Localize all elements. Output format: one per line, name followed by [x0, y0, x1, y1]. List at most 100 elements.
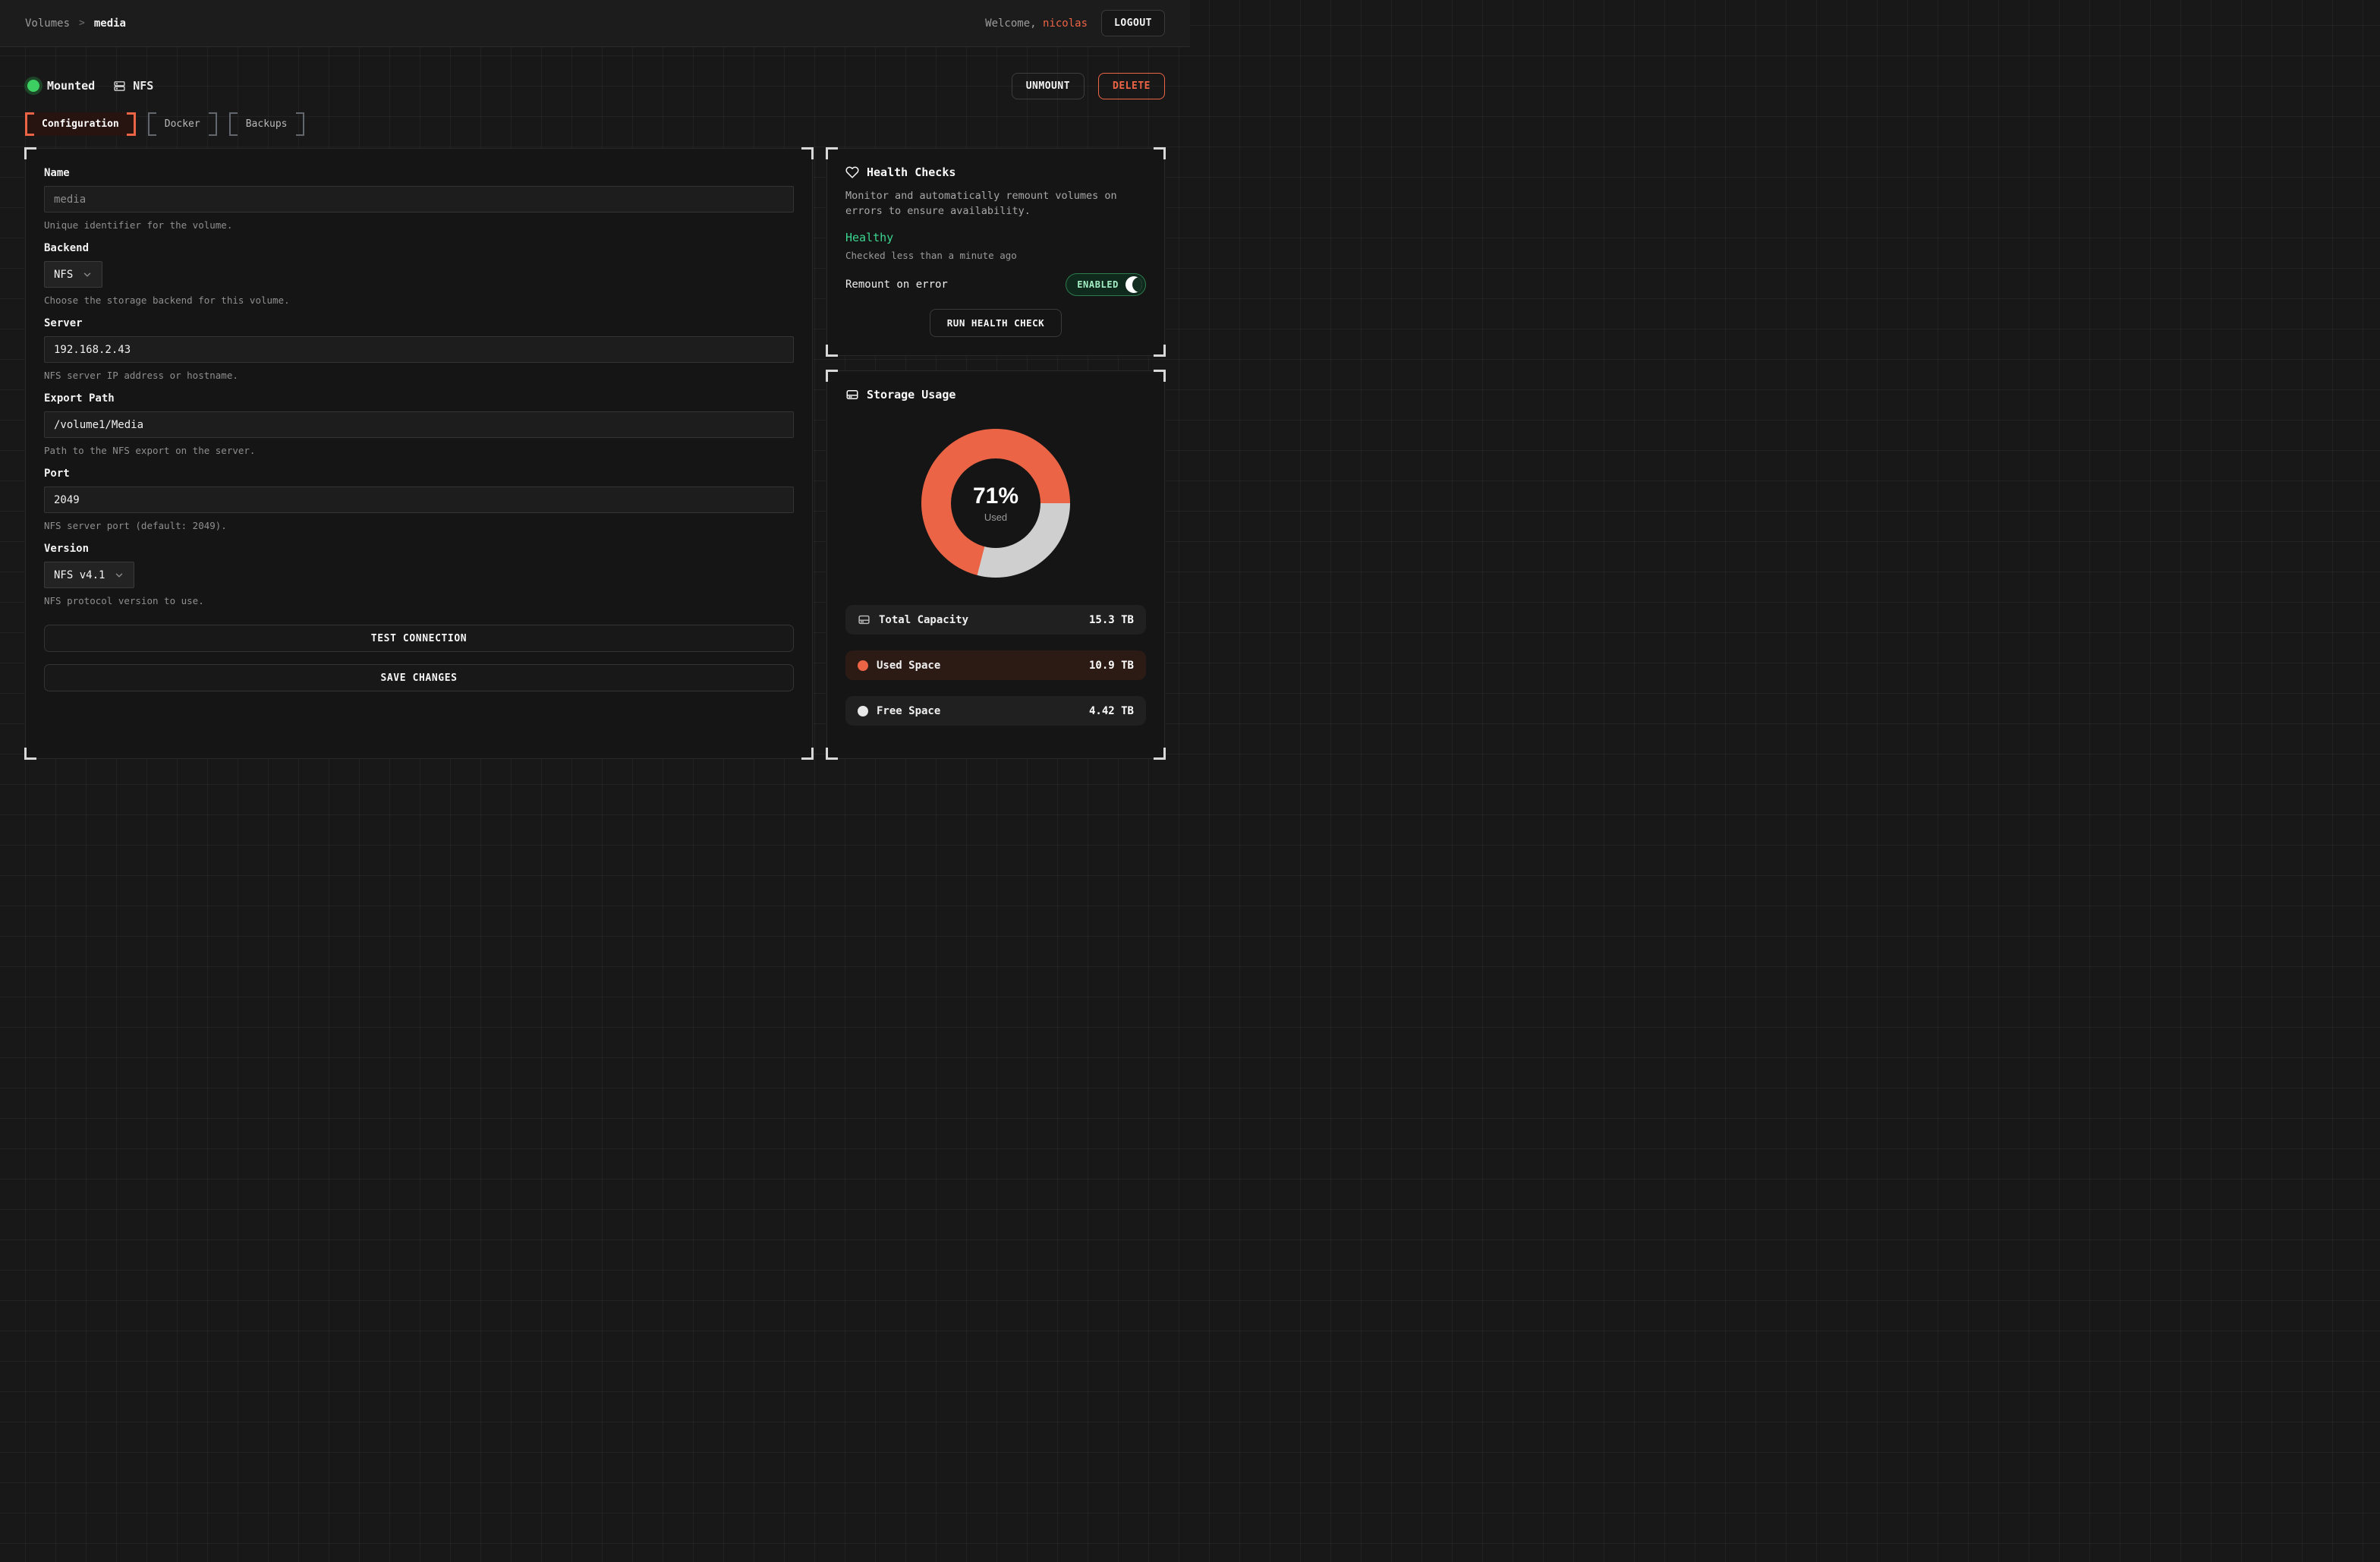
storage-legend: Total Capacity 15.3 TB Used Space 10.9 T… — [845, 605, 1146, 726]
legend-row-free: Free Space 4.42 TB — [845, 696, 1146, 726]
version-help: NFS protocol version to use. — [44, 595, 794, 606]
mount-status: Mounted — [25, 79, 95, 93]
port-field: Port NFS server port (default: 2049). — [44, 468, 794, 531]
top-bar-right: Welcome, nicolas LOGOUT — [985, 10, 1165, 36]
used-dot-icon — [858, 660, 868, 671]
breadcrumb-volumes-link[interactable]: Volumes — [25, 17, 70, 30]
storage-donut: 71% Used — [921, 429, 1070, 578]
delete-button[interactable]: DELETE — [1098, 73, 1165, 99]
legend-label: Free Space — [877, 705, 940, 717]
tab-backups[interactable]: Backups — [229, 112, 304, 136]
backend-chip: NFS — [113, 79, 153, 93]
mounted-label: Mounted — [47, 79, 95, 93]
corner-bracket — [826, 147, 838, 159]
remount-row: Remount on error ENABLED — [845, 273, 1146, 296]
server-label: Server — [44, 317, 794, 329]
configuration-panel: Name Unique identifier for the volume. B… — [25, 148, 813, 759]
tab-configuration[interactable]: Configuration — [25, 112, 136, 136]
port-label: Port — [44, 468, 794, 480]
health-checks-panel: Health Checks Monitor and automatically … — [826, 148, 1165, 356]
test-connection-button[interactable]: TEST CONNECTION — [44, 625, 794, 652]
legend-value: 10.9 TB — [1089, 660, 1134, 672]
volume-actions: UNMOUNT DELETE — [1012, 73, 1165, 99]
backend-select[interactable]: NFS — [44, 261, 102, 288]
legend-value: 15.3 TB — [1089, 614, 1134, 626]
welcome-prefix: Welcome, — [985, 17, 1036, 30]
health-description: Monitor and automatically remount volume… — [845, 188, 1146, 219]
logout-button[interactable]: LOGOUT — [1101, 10, 1165, 36]
chevron-down-icon — [82, 269, 93, 280]
health-status: Healthy — [845, 231, 1146, 244]
version-label: Version — [44, 543, 794, 555]
free-dot-icon — [858, 706, 868, 716]
corner-bracket — [801, 748, 814, 760]
server-field: Server NFS server IP address or hostname… — [44, 317, 794, 381]
corner-bracket — [1154, 147, 1166, 159]
name-field: Name Unique identifier for the volume. — [44, 167, 794, 231]
save-changes-button[interactable]: SAVE CHANGES — [44, 664, 794, 691]
backend-chip-label: NFS — [133, 79, 153, 93]
right-column: Health Checks Monitor and automatically … — [826, 148, 1165, 759]
server-stack-icon — [113, 80, 126, 93]
tab-bar: Configuration Docker Backups — [25, 112, 1165, 136]
version-select-value: NFS v4.1 — [54, 569, 105, 581]
health-panel-title-text: Health Checks — [867, 165, 955, 179]
port-help: NFS server port (default: 2049). — [44, 520, 794, 531]
version-field: Version NFS v4.1 NFS protocol version to… — [44, 543, 794, 606]
port-input[interactable] — [44, 487, 794, 513]
export-path-label: Export Path — [44, 392, 794, 405]
main-columns: Name Unique identifier for the volume. B… — [25, 148, 1165, 759]
hard-drive-icon — [858, 613, 870, 626]
donut-wrap: 71% Used — [845, 429, 1146, 578]
breadcrumb-separator: > — [79, 17, 85, 29]
toggle-knob — [1125, 276, 1142, 293]
status-left: Mounted NFS — [25, 79, 153, 93]
export-path-input[interactable] — [44, 411, 794, 438]
legend-row-used: Used Space 10.9 TB — [845, 650, 1146, 680]
backend-field: Backend NFS Choose the storage backend f… — [44, 242, 794, 306]
export-path-help: Path to the NFS export on the server. — [44, 445, 794, 456]
tab-docker[interactable]: Docker — [148, 112, 217, 136]
storage-percent: 71% — [973, 483, 1018, 509]
storage-percent-sublabel: Used — [984, 512, 1007, 523]
corner-bracket — [826, 748, 838, 760]
heart-icon — [845, 165, 859, 179]
export-path-field: Export Path Path to the NFS export on th… — [44, 392, 794, 456]
storage-donut-center: 71% Used — [951, 458, 1040, 548]
corner-bracket — [826, 370, 838, 382]
unmount-button[interactable]: UNMOUNT — [1012, 73, 1085, 99]
status-row: Mounted NFS UNMOUNT DELETE — [25, 72, 1165, 99]
username: nicolas — [1043, 17, 1088, 30]
storage-panel-title: Storage Usage — [845, 388, 1146, 402]
name-label: Name — [44, 167, 794, 179]
welcome-text: Welcome, nicolas — [985, 17, 1088, 30]
storage-usage-panel: Storage Usage 71% Used — [826, 370, 1165, 759]
name-input[interactable] — [44, 186, 794, 213]
corner-bracket — [1154, 345, 1166, 357]
server-help: NFS server IP address or hostname. — [44, 370, 794, 381]
corner-bracket — [24, 748, 36, 760]
corner-bracket — [1154, 370, 1166, 382]
server-input[interactable] — [44, 336, 794, 363]
breadcrumb-current: media — [94, 17, 126, 30]
legend-value: 4.42 TB — [1089, 705, 1134, 717]
version-select[interactable]: NFS v4.1 — [44, 562, 134, 588]
run-health-check-button[interactable]: RUN HEALTH CHECK — [930, 309, 1062, 337]
mounted-status-dot-icon — [27, 80, 39, 92]
health-panel-title: Health Checks — [845, 165, 1146, 179]
legend-label: Total Capacity — [879, 614, 968, 626]
backend-label: Backend — [44, 242, 794, 254]
corner-bracket — [1154, 748, 1166, 760]
remount-toggle[interactable]: ENABLED — [1066, 273, 1146, 296]
corner-bracket — [826, 345, 838, 357]
page-content: Mounted NFS UNMOUNT DELETE Configuration… — [0, 47, 1190, 759]
backend-help: Choose the storage backend for this volu… — [44, 294, 794, 306]
top-bar: Volumes > media Welcome, nicolas LOGOUT — [0, 0, 1190, 47]
legend-row-total: Total Capacity 15.3 TB — [845, 605, 1146, 635]
backend-select-value: NFS — [54, 269, 73, 281]
corner-bracket — [801, 147, 814, 159]
breadcrumb: Volumes > media — [25, 17, 126, 30]
remount-toggle-label: ENABLED — [1077, 279, 1119, 290]
health-last-checked: Checked less than a minute ago — [845, 250, 1146, 261]
name-help: Unique identifier for the volume. — [44, 219, 794, 231]
